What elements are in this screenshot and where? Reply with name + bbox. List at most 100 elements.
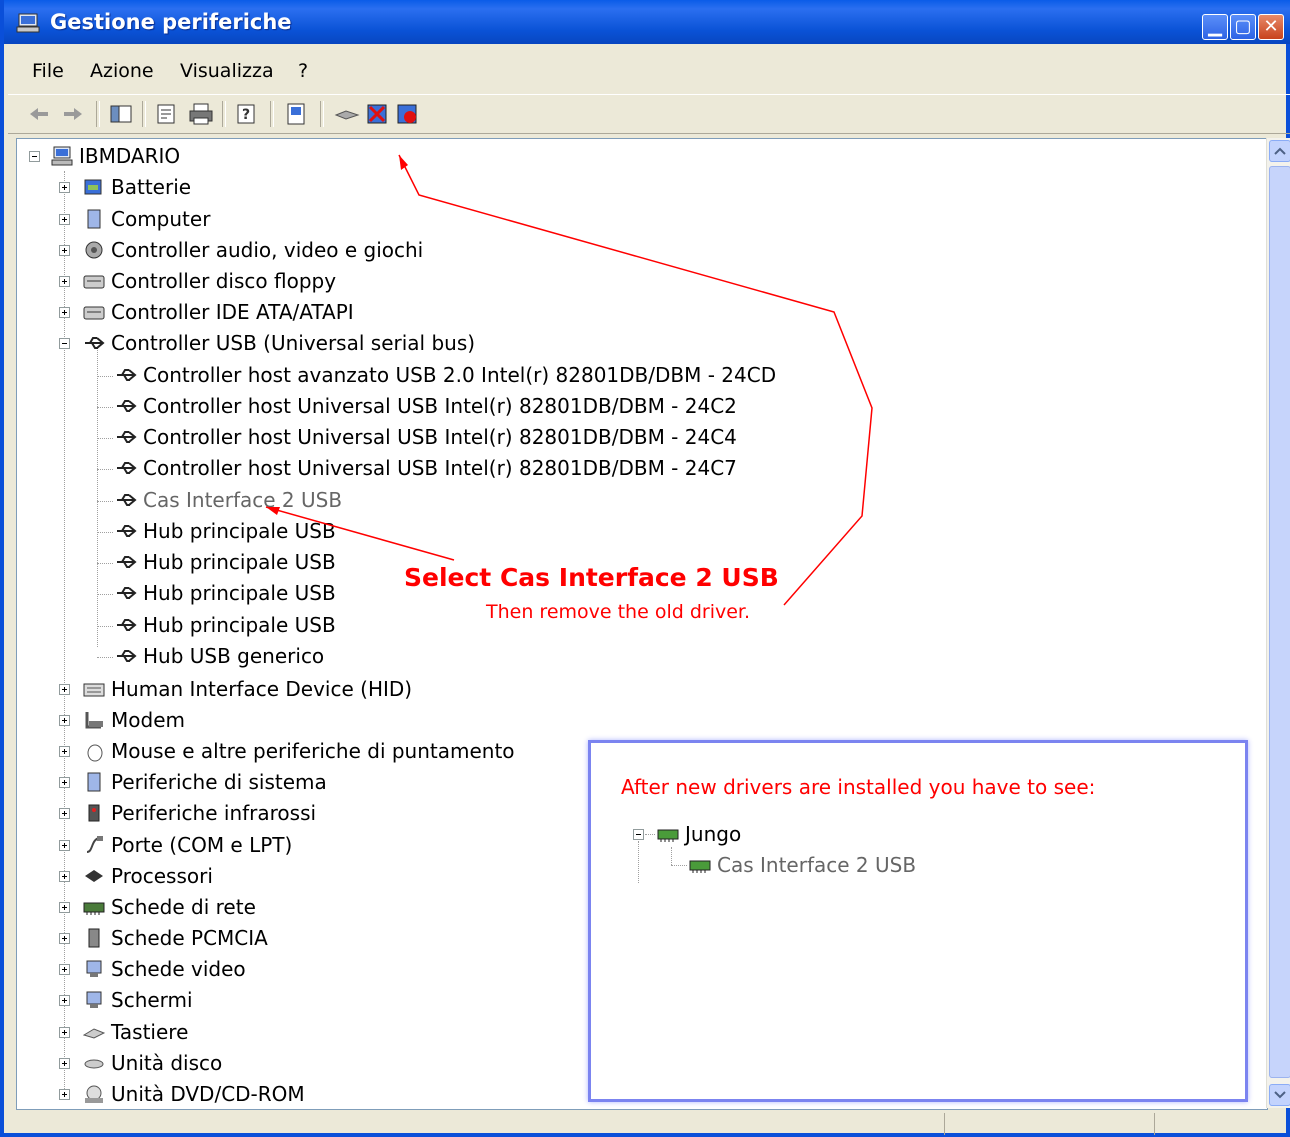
tree-item-hid[interactable]: Human Interface Device (HID) bbox=[83, 674, 412, 704]
disable-icon[interactable] bbox=[394, 101, 420, 127]
tree-expander[interactable] bbox=[59, 182, 70, 193]
usb-root-hub[interactable]: Hub principale USB bbox=[115, 610, 336, 640]
tree-item-computer[interactable]: Computer bbox=[83, 204, 210, 234]
tree-item-modem[interactable]: Modem bbox=[83, 705, 185, 735]
show-hide-tree-icon[interactable] bbox=[108, 101, 134, 127]
tree-expander[interactable] bbox=[59, 902, 70, 913]
tree-expander[interactable] bbox=[29, 151, 40, 162]
minimize-button[interactable]: ▁ bbox=[1202, 14, 1228, 40]
usb-icon bbox=[117, 400, 137, 412]
menu-help[interactable]: ? bbox=[298, 60, 308, 82]
usb-icon bbox=[117, 369, 137, 381]
status-panel bbox=[1154, 1113, 1285, 1135]
forward-arrow-icon[interactable] bbox=[60, 101, 86, 127]
jungo-child-label: Cas Interface 2 USB bbox=[717, 853, 917, 877]
maximize-button[interactable]: ▢ bbox=[1230, 14, 1256, 40]
tree-item-floppy[interactable]: Controller disco floppy bbox=[83, 266, 336, 296]
tree-item-processors[interactable]: Processori bbox=[83, 861, 213, 891]
tree-item-pcmcia[interactable]: Schede PCMCIA bbox=[83, 923, 268, 953]
tree-item-monitors[interactable]: Schermi bbox=[83, 985, 193, 1015]
tree-expander[interactable] bbox=[59, 1089, 70, 1100]
jungo-cas-interface-node: Cas Interface 2 USB bbox=[689, 850, 916, 880]
modem-icon bbox=[85, 712, 103, 729]
back-arrow-icon[interactable] bbox=[26, 101, 52, 127]
tree-expander[interactable] bbox=[59, 276, 70, 287]
usb-host-24c4[interactable]: Controller host Universal USB Intel(r) 8… bbox=[115, 422, 737, 452]
scan-hardware-icon[interactable] bbox=[284, 101, 310, 127]
tree-expander[interactable] bbox=[59, 307, 70, 318]
tree-connector bbox=[97, 532, 113, 533]
help-icon[interactable]: ? bbox=[234, 101, 260, 127]
usb-root-hub[interactable]: Hub principale USB bbox=[115, 547, 336, 577]
tree-expander[interactable] bbox=[59, 777, 70, 788]
menu-file[interactable]: File bbox=[32, 60, 64, 82]
tree-connector bbox=[97, 347, 98, 647]
tree-expander[interactable] bbox=[59, 715, 70, 726]
tree-expander[interactable] bbox=[59, 245, 70, 256]
close-button[interactable]: ✕ bbox=[1258, 14, 1284, 40]
tree-item-dvd[interactable]: Unità DVD/CD-ROM bbox=[83, 1079, 305, 1109]
title-bar[interactable]: Gestione periferiche ▁ ▢ ✕ bbox=[4, 0, 1290, 44]
cas-interface-usb[interactable]: Cas Interface 2 USB bbox=[115, 485, 342, 515]
uninstall-icon[interactable] bbox=[364, 101, 390, 127]
tree-item-keyboards[interactable]: Tastiere bbox=[83, 1017, 188, 1047]
tree-expander[interactable] bbox=[59, 933, 70, 944]
tree-expander[interactable] bbox=[59, 746, 70, 757]
status-bar bbox=[8, 1110, 1290, 1137]
tree-expander[interactable] bbox=[59, 840, 70, 851]
tree-expander[interactable] bbox=[59, 338, 70, 349]
tree-expander[interactable] bbox=[59, 684, 70, 695]
vertical-scrollbar[interactable] bbox=[1266, 138, 1290, 1108]
toolbar-separator bbox=[270, 101, 274, 127]
tree-expander bbox=[633, 829, 644, 840]
tree-item-label: Hub principale USB bbox=[143, 550, 336, 574]
tree-item-mouse[interactable]: Mouse e altre periferiche di puntamento bbox=[83, 736, 515, 766]
scroll-down-button[interactable] bbox=[1269, 1084, 1290, 1106]
toolbar: ? bbox=[8, 94, 1290, 134]
tree-item-label: Periferiche infrarossi bbox=[111, 801, 317, 825]
menu-bar: File Azione Visualizza ? bbox=[8, 52, 1290, 92]
tree-connector bbox=[97, 563, 113, 564]
menu-azione[interactable]: Azione bbox=[90, 60, 154, 82]
properties-icon[interactable] bbox=[154, 101, 180, 127]
tree-item-network[interactable]: Schede di rete bbox=[83, 892, 256, 922]
tree-item-infrared[interactable]: Periferiche infrarossi bbox=[83, 798, 316, 828]
tree-root[interactable]: IBMDARIO bbox=[51, 141, 180, 171]
update-driver-icon[interactable] bbox=[334, 101, 360, 127]
tree-item-video[interactable]: Schede video bbox=[83, 954, 246, 984]
tree-connector bbox=[97, 376, 113, 377]
scroll-thumb[interactable] bbox=[1269, 166, 1290, 1078]
hard-disk-icon bbox=[84, 1059, 104, 1069]
window-title: Gestione periferiche bbox=[50, 10, 292, 34]
tree-expander[interactable] bbox=[59, 1058, 70, 1069]
menu-visualizza[interactable]: Visualizza bbox=[180, 60, 274, 82]
tree-expander[interactable] bbox=[59, 808, 70, 819]
tree-expander[interactable] bbox=[59, 964, 70, 975]
tree-expander[interactable] bbox=[59, 1027, 70, 1038]
usb-root-hub[interactable]: Hub principale USB bbox=[115, 578, 336, 608]
usb-icon bbox=[117, 462, 137, 474]
tree-connector bbox=[97, 657, 113, 658]
tree-item-ide[interactable]: Controller IDE ATA/ATAPI bbox=[83, 297, 354, 327]
tree-item-batterie[interactable]: Batterie bbox=[83, 172, 191, 202]
tree-expander[interactable] bbox=[59, 871, 70, 882]
usb-host-24c7[interactable]: Controller host Universal USB Intel(r) 8… bbox=[115, 453, 737, 483]
tree-item-system[interactable]: Periferiche di sistema bbox=[83, 767, 327, 797]
usb-icon bbox=[117, 556, 137, 568]
tree-item-usb[interactable]: Controller USB (Universal serial bus) bbox=[83, 328, 475, 358]
usb-host-24c2[interactable]: Controller host Universal USB Intel(r) 8… bbox=[115, 391, 737, 421]
print-icon[interactable] bbox=[188, 101, 214, 127]
tree-item-label: Controller host avanzato USB 2.0 Intel(r… bbox=[143, 363, 777, 387]
tree-expander[interactable] bbox=[59, 995, 70, 1006]
usb-root-hub[interactable]: Hub principale USB bbox=[115, 516, 336, 546]
tree-item-audio[interactable]: Controller audio, video e giochi bbox=[83, 235, 423, 265]
tree-item-label: Controller host Universal USB Intel(r) 8… bbox=[143, 425, 737, 449]
tree-expander[interactable] bbox=[59, 214, 70, 225]
usb-generic-hub[interactable]: Hub USB generico bbox=[115, 641, 324, 671]
scroll-up-button[interactable] bbox=[1269, 140, 1290, 162]
usb-host-24cd[interactable]: Controller host avanzato USB 2.0 Intel(r… bbox=[115, 360, 776, 390]
tree-item-disk[interactable]: Unità disco bbox=[83, 1048, 222, 1078]
status-panel bbox=[944, 1113, 1155, 1135]
tree-item-ports[interactable]: Porte (COM e LPT) bbox=[83, 830, 292, 860]
usb-icon bbox=[117, 525, 137, 537]
